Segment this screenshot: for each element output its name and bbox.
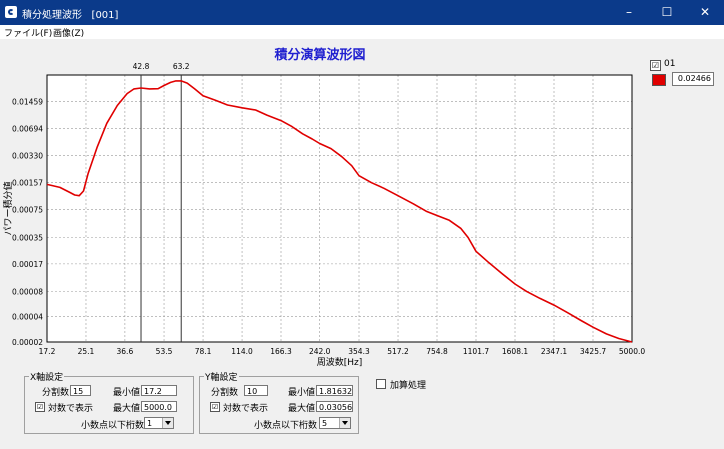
x-tick-label: 5000.0 [619,347,645,356]
y-tick-label: 0.00002 [12,338,43,347]
x-log-label: 対数で表示 [48,404,94,414]
y-divisions-label: 分割数 [211,388,239,398]
marker-label: 42.8 [133,62,150,71]
y-tick-label: 0.00008 [12,287,43,296]
x-tick-label: 78.1 [195,347,212,356]
y-tick-label: 0.01459 [12,97,43,106]
y-tick-label: 0.00017 [12,260,43,269]
maximize-button[interactable]: ☐ [648,0,686,25]
x-tick-label: 53.5 [156,347,173,356]
y-tick-label: 0.00004 [12,313,43,322]
x-divisions-label: 分割数 [42,388,70,398]
chart-area: 17.2 25.1 36.6 53.5 78.1 114.0 166.3 242.0 354.3… [2,62,645,368]
x-tick-label: 3425.7 [580,347,606,356]
y-tick-label: 0.00035 [12,234,43,243]
x-decimals-label: 小数点以下桁数 [81,421,145,431]
marker-label: 63.2 [173,62,190,71]
menu-image[interactable]: 画像(Z) [53,26,84,39]
y-min-input[interactable]: 1.816324 [316,385,353,396]
x-tick-label: 517.2 [387,347,409,356]
accumulate-checkbox[interactable] [376,379,386,389]
title-bar: 積分処理波形 [001] – ☐ ✕ [0,0,724,25]
window-id: [001] [91,10,119,21]
x-min-input[interactable]: 17.2 [141,385,177,396]
accumulate-label: 加算処理 [390,381,427,391]
x-tick-label: 166.3 [270,347,292,356]
app-icon [5,6,17,18]
window-title-text: 積分処理波形 [22,10,82,21]
x-tick-label: 2347.1 [541,347,567,356]
menu-file[interactable]: ファイル(F) [4,26,52,39]
y-decimals-chevron-down-icon[interactable] [339,418,350,428]
y-axis-settings-group: Y軸設定 分割数 10 最小値 1.816324 ☑ 対数で表示 最大値 0.0… [199,370,359,434]
x-log-checkbox[interactable]: ☑ [35,402,45,412]
x-tick-label: 36.6 [117,347,134,356]
y-settings-title: Y軸設定 [204,370,239,383]
y-max-input[interactable]: 0.030568 [316,401,353,412]
y-divisions-input[interactable]: 10 [244,385,268,396]
legend-value: 0.02466 [672,72,714,86]
y-min-label: 最小値 [288,388,316,398]
x-tick-label: 1608.1 [502,347,528,356]
x-settings-title: X軸設定 [29,370,65,383]
y-decimals-value: 5 [322,419,328,428]
x-decimals-select[interactable]: 1 [144,417,174,429]
y-log-label: 対数で表示 [223,404,269,414]
y-max-label: 最大値 [288,404,316,414]
x-decimals-value: 1 [147,419,153,428]
x-axis-settings-group: X軸設定 分割数 15 最小値 17.2 ☑ 対数で表示 最大値 5000.0 … [24,370,194,434]
x-max-label: 最大値 [113,404,141,414]
minimize-button[interactable]: – [610,0,648,25]
x-decimals-chevron-down-icon[interactable] [162,418,173,428]
y-tick-label: 0.00330 [12,152,43,161]
legend-checkbox[interactable]: ☑ [650,60,661,71]
x-tick-label: 354.3 [348,347,370,356]
close-button[interactable]: ✕ [686,0,724,25]
x-tick-label: 17.2 [39,347,56,356]
legend-color-swatch[interactable] [652,74,666,86]
x-tick-label: 114.0 [231,347,253,356]
x-tick-label: 242.0 [309,347,331,356]
y-tick-label: 0.00075 [12,206,43,215]
x-tick-label: 1101.7 [463,347,489,356]
x-min-label: 最小値 [113,388,141,398]
y-tick-label: 0.00694 [12,124,43,133]
window-title: 積分処理波形 [001] [22,6,118,21]
menu-bar: ファイル(F) 画像(Z) [0,25,724,39]
x-tick-label: 754.8 [426,347,448,356]
y-axis-label: パワー積分値 [2,181,14,235]
y-decimals-label: 小数点以下桁数 [254,421,318,431]
y-decimals-select[interactable]: 5 [319,417,351,429]
legend-series-name: 01 [664,59,676,69]
x-max-input[interactable]: 5000.0 [141,401,177,412]
x-tick-label: 25.1 [78,347,95,356]
y-log-checkbox[interactable]: ☑ [210,402,220,412]
plot-background [47,75,632,342]
x-divisions-input[interactable]: 15 [70,385,91,396]
y-tick-label: 0.00157 [12,179,43,188]
x-axis-label: 周波数[Hz] [317,356,363,368]
